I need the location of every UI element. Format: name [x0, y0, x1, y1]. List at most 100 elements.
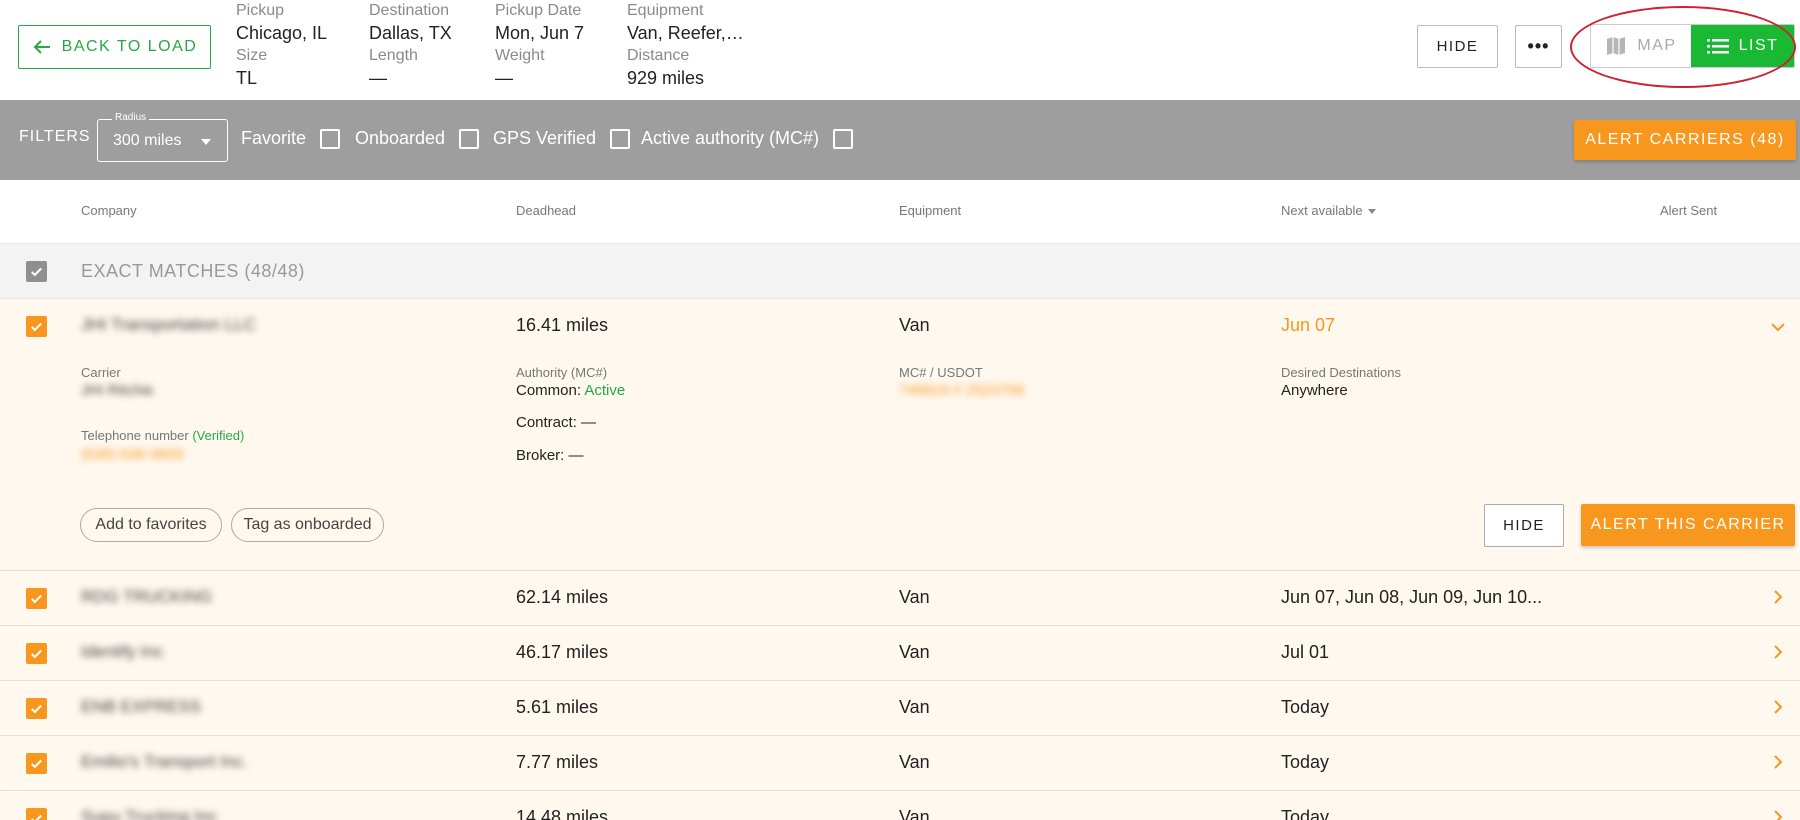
- caret-down-icon: [201, 139, 211, 145]
- radius-value: 300 miles: [113, 132, 182, 149]
- column-next-available[interactable]: Next available: [1281, 203, 1376, 218]
- row-checkbox[interactable]: [26, 808, 47, 820]
- filter-authority-checkbox[interactable]: [833, 128, 854, 149]
- back-to-load-button[interactable]: BACK TO LOAD: [18, 25, 211, 69]
- summary-label: Destination: [369, 2, 450, 19]
- summary-label: Length: [369, 47, 418, 64]
- column-next-available-label: Next available: [1281, 203, 1363, 218]
- tag-as-onboarded-button[interactable]: Tag as onboarded: [231, 508, 384, 542]
- company-name[interactable]: RDG TRUCKING: [81, 587, 212, 607]
- company-name[interactable]: Identify Inc: [81, 642, 163, 662]
- filter-favorite[interactable]: Favorite: [241, 128, 341, 149]
- telephone-label: Telephone number: [81, 428, 189, 443]
- deadhead-value: 16.41 miles: [516, 315, 609, 335]
- next-available-value: Today: [1281, 752, 1330, 772]
- summary-value: —: [369, 68, 387, 88]
- carrier-value: JHI Ritchie: [81, 382, 154, 399]
- company-name[interactable]: ENB EXPRESS: [81, 697, 201, 717]
- deadhead-value: 5.61 miles: [516, 697, 599, 717]
- summary-value: TL: [236, 68, 258, 88]
- deadhead-value: 62.14 miles: [516, 587, 609, 607]
- summary-value: Chicago, IL: [236, 23, 328, 43]
- company-name[interactable]: Supu Trucking Inc: [81, 807, 217, 820]
- telephone-label-wrap: Telephone number (Verified): [81, 428, 244, 443]
- chevron-right-icon[interactable]: [1772, 754, 1784, 770]
- filter-bar: FILTERS Radius 300 miles Favorite Onboar…: [0, 100, 1800, 180]
- check-icon: [31, 759, 42, 769]
- chevron-right-icon[interactable]: [1772, 809, 1784, 820]
- check-icon: [31, 594, 42, 604]
- row-checkbox[interactable]: [26, 588, 47, 609]
- summary-value: Mon, Jun 7: [495, 23, 585, 43]
- more-icon: •••: [1527, 36, 1550, 56]
- row-checkbox[interactable]: [26, 643, 47, 664]
- column-alert-sent: Alert Sent: [1660, 203, 1718, 218]
- filter-gps-label: GPS Verified: [493, 128, 597, 148]
- summary-label: Distance: [627, 47, 690, 64]
- map-label: MAP: [1637, 37, 1677, 54]
- carrier-row[interactable]: Emilio's Transport Inc. 7.77 miles Van T…: [0, 736, 1800, 791]
- radius-legend: Radius: [112, 112, 150, 123]
- arrow-left-icon: [33, 40, 50, 54]
- check-icon: [31, 649, 42, 659]
- radius-select[interactable]: Radius 300 miles: [97, 112, 228, 162]
- carrier-row[interactable]: Identify Inc 46.17 miles Van Jul 01: [0, 626, 1800, 681]
- filter-gps-checkbox[interactable]: [610, 128, 631, 149]
- check-icon: [31, 322, 42, 332]
- hide-carrier-button[interactable]: HIDE: [1484, 504, 1564, 547]
- summary-value: —: [495, 68, 513, 88]
- chevron-up-icon[interactable]: [1770, 321, 1786, 333]
- list-icon: [1706, 39, 1729, 54]
- column-equipment: Equipment: [899, 203, 962, 218]
- filter-gps-verified[interactable]: GPS Verified: [493, 128, 631, 149]
- next-available-value: Jun 07, Jun 08, Jun 09, Jun 10...: [1281, 587, 1543, 607]
- more-options-button[interactable]: •••: [1515, 25, 1562, 68]
- mc-usdot-value[interactable]: 749819 // 2523799: [899, 382, 1024, 399]
- group-select-all-checkbox[interactable]: [26, 261, 47, 282]
- carrier-row[interactable]: Supu Trucking Inc 14.48 miles Van Today: [0, 791, 1800, 820]
- map-icon: [1607, 37, 1626, 55]
- summary-label: Pickup Date: [495, 2, 582, 19]
- summary-value: Dallas, TX: [369, 23, 452, 43]
- filter-onboarded-checkbox[interactable]: [459, 128, 480, 149]
- common-authority: Common: Active: [516, 382, 625, 399]
- add-to-favorites-button[interactable]: Add to favorites: [80, 508, 222, 542]
- list-view-button[interactable]: LIST: [1691, 25, 1794, 67]
- summary-label: Pickup: [236, 2, 285, 19]
- alert-this-carrier-button[interactable]: ALERT THIS CARRIER: [1581, 504, 1795, 546]
- summary-value: 929 miles: [627, 68, 705, 88]
- carrier-label: Carrier: [81, 365, 121, 380]
- filter-onboarded-label: Onboarded: [355, 128, 446, 148]
- hide-load-button[interactable]: HIDE: [1417, 25, 1498, 68]
- check-icon: [31, 704, 42, 714]
- row-checkbox[interactable]: [26, 753, 47, 774]
- filter-favorite-checkbox[interactable]: [320, 128, 341, 149]
- company-name[interactable]: Emilio's Transport Inc.: [81, 752, 248, 772]
- carrier-row[interactable]: RDG TRUCKING 62.14 miles Van Jun 07, Jun…: [0, 571, 1800, 626]
- equipment-value: Van: [899, 587, 930, 607]
- chevron-right-icon[interactable]: [1772, 644, 1784, 660]
- summary-label: Weight: [495, 47, 545, 64]
- next-available-value: Jul 01: [1281, 642, 1330, 662]
- company-name[interactable]: JHI Transportation LLC: [81, 315, 256, 335]
- view-toggle: MAP LIST: [1590, 24, 1795, 68]
- chevron-right-icon[interactable]: [1772, 699, 1784, 715]
- map-view-button[interactable]: MAP: [1591, 25, 1691, 67]
- deadhead-value: 46.17 miles: [516, 642, 609, 662]
- chevron-right-icon[interactable]: [1772, 589, 1784, 605]
- column-company: Company: [81, 203, 137, 218]
- telephone-value[interactable]: (630) 636-9659: [81, 446, 184, 463]
- equipment-value: Van: [899, 752, 930, 772]
- carrier-row-expanded: JHI Transportation LLC 16.41 miles Van J…: [0, 299, 1800, 571]
- row-checkbox[interactable]: [26, 316, 47, 337]
- alert-carriers-button[interactable]: ALERT CARRIERS (48): [1574, 120, 1796, 160]
- column-deadhead: Deadhead: [516, 203, 576, 218]
- summary-value: Van, Reefer,…: [627, 23, 744, 43]
- filter-onboarded[interactable]: Onboarded: [355, 128, 480, 149]
- top-header: BACK TO LOAD Pickup Chicago, IL Size TL …: [0, 0, 1800, 100]
- summary-label: Equipment: [627, 2, 704, 19]
- row-checkbox[interactable]: [26, 698, 47, 719]
- filter-active-authority[interactable]: Active authority (MC#): [641, 128, 854, 149]
- list-label: LIST: [1738, 37, 1779, 54]
- carrier-row[interactable]: ENB EXPRESS 5.61 miles Van Today: [0, 681, 1800, 736]
